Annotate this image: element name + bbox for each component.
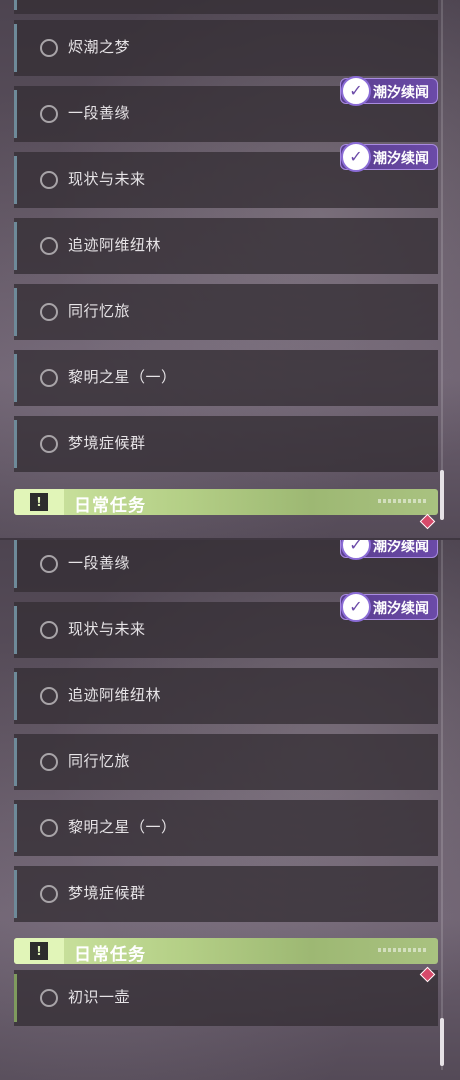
tide-story-badge: ✓ 潮汐续闻: [340, 592, 438, 622]
daily-quest-item-1[interactable]: 初识一壶: [14, 970, 438, 1026]
header-decoration: [378, 948, 428, 952]
empty-circle-icon: [40, 171, 58, 189]
empty-circle-icon: [40, 621, 58, 639]
badge-label: 潮汐续闻: [373, 85, 429, 101]
tide-story-badge: ✓ 潮汐续闻: [340, 76, 438, 106]
quest-item-6[interactable]: 黎明之星（一）: [14, 350, 438, 406]
quest-item-7[interactable]: 梦境症候群: [14, 416, 438, 472]
quest-item-label: 一段善缘: [68, 554, 131, 572]
badge-label: 潮汐续闻: [373, 151, 429, 167]
empty-circle-icon: [40, 687, 58, 705]
empty-circle-icon: [40, 303, 58, 321]
tide-story-badge: ✓ 潮汐续闻: [340, 142, 438, 172]
tide-logo-icon: ✓: [341, 76, 371, 106]
quest-item-3[interactable]: 追迹阿维纽林: [14, 668, 438, 724]
quest-item-label: 同行忆旅: [68, 302, 131, 320]
quest-item-5[interactable]: 黎明之星（一）: [14, 800, 438, 856]
empty-circle-icon: [40, 105, 58, 123]
tide-logo-icon: ✓: [341, 142, 371, 172]
badge-label: 潮汐续闻: [373, 540, 429, 555]
daily-quest-header[interactable]: ! 日常任务: [14, 938, 438, 965]
section-title: 日常任务: [74, 496, 146, 516]
daily-quest-header[interactable]: ! 日常任务: [14, 489, 438, 516]
empty-circle-icon: [40, 555, 58, 573]
alert-icon: !: [30, 493, 48, 511]
empty-circle-icon: [40, 753, 58, 771]
red-diamond-icon: [419, 513, 436, 530]
empty-circle-icon: [40, 885, 58, 903]
quest-item-6[interactable]: 梦境症候群: [14, 866, 438, 922]
quest-item-4[interactable]: 追迹阿维纽林: [14, 218, 438, 274]
quest-item-label: 烬潮之梦: [68, 38, 131, 56]
quest-item-label: 梦境症候群: [68, 434, 146, 452]
alert-icon: !: [30, 942, 48, 960]
quest-list-panel-bottom: 一段善缘 现状与未来 追迹阿维纽林 同行忆旅 黎明之星（一） 梦境症候群 ✓ 潮…: [0, 540, 460, 1080]
quest-item-label: 一段善缘: [68, 104, 131, 122]
scrollbar-thumb[interactable]: [440, 1018, 444, 1066]
quest-item-label: 追迹阿维纽林: [68, 236, 162, 254]
quest-item-label: 黎明之星（一）: [68, 818, 177, 836]
empty-circle-icon: [40, 237, 58, 255]
quest-item-label: 黎明之星（一）: [68, 368, 177, 386]
quest-item-label: 初识一壶: [68, 988, 131, 1006]
list-item-partial: [14, 0, 438, 14]
header-decoration: [378, 499, 428, 503]
empty-circle-icon: [40, 435, 58, 453]
tide-story-badge: ✓ 潮汐续闻: [340, 540, 438, 560]
quest-item-label: 现状与未来: [68, 170, 146, 188]
quest-list-panel-top: 烬潮之梦 一段善缘 现状与未来 追迹阿维纽林 同行忆旅 黎明之星（一） 梦境症候…: [0, 0, 460, 540]
scrollbar-track[interactable]: [441, 0, 443, 520]
quest-item-label: 追迹阿维纽林: [68, 686, 162, 704]
empty-circle-icon: [40, 39, 58, 57]
empty-circle-icon: [40, 989, 58, 1007]
quest-item-1[interactable]: 烬潮之梦: [14, 20, 438, 76]
quest-item-label: 现状与未来: [68, 620, 146, 638]
quest-item-4[interactable]: 同行忆旅: [14, 734, 438, 790]
empty-circle-icon: [40, 819, 58, 837]
quest-item-5[interactable]: 同行忆旅: [14, 284, 438, 340]
empty-circle-icon: [40, 369, 58, 387]
scrollbar-track[interactable]: [441, 540, 443, 1070]
badge-label: 潮汐续闻: [373, 601, 429, 617]
tide-logo-icon: ✓: [341, 540, 371, 560]
scrollbar-thumb[interactable]: [440, 470, 444, 520]
quest-item-label: 同行忆旅: [68, 752, 131, 770]
quest-item-label: 梦境症候群: [68, 884, 146, 902]
section-title: 日常任务: [74, 945, 146, 965]
tide-logo-icon: ✓: [341, 592, 371, 622]
